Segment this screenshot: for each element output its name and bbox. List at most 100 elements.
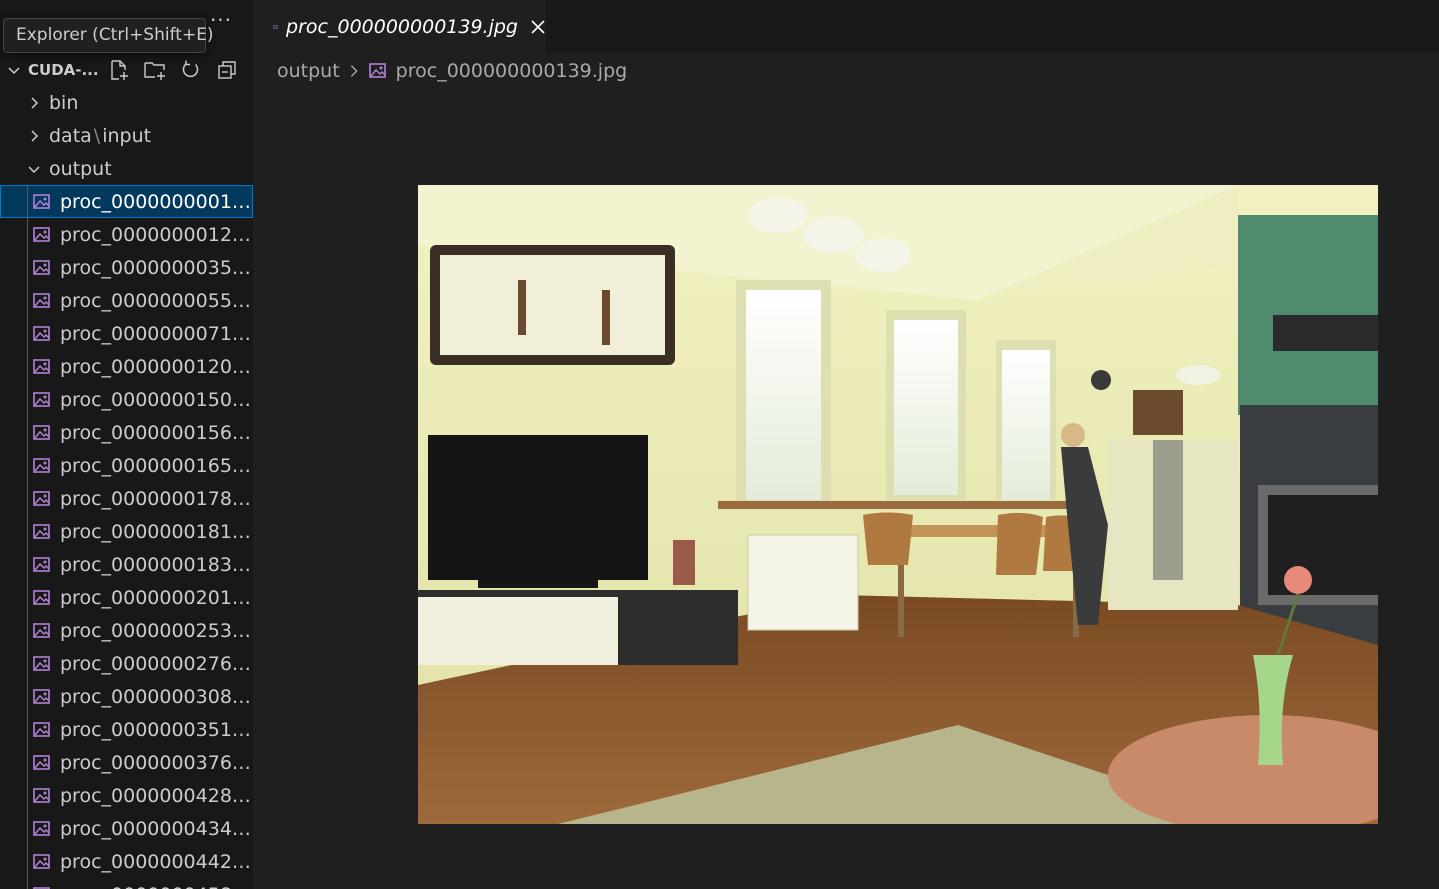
file-row[interactable]: proc_000000015660.jpg <box>0 416 253 449</box>
breadcrumb-folder[interactable]: output <box>277 60 340 82</box>
tab-label: proc_000000000139.jpg <box>286 16 518 38</box>
folder-label-data: data <box>49 124 92 147</box>
folder-label: output <box>49 157 112 180</box>
file-name: proc_000000015079.jpg <box>60 388 252 411</box>
new-file-icon[interactable] <box>101 56 137 84</box>
explorer-actions <box>101 56 245 84</box>
file-row[interactable]: proc_000000018193.jpg <box>0 515 253 548</box>
vscode-window: Explorer (Ctrl+Shift+E) ··· CUDA-... bin… <box>0 0 1439 889</box>
image-file-icon <box>33 358 50 374</box>
file-name: proc_000000018380.jpg <box>60 553 252 576</box>
file-row[interactable]: proc_000000001268.jpg <box>0 218 253 251</box>
workspace-section-header[interactable]: CUDA-... <box>0 55 253 85</box>
image-file-icon <box>33 754 50 770</box>
file-row[interactable]: proc_000000015079.jpg <box>0 383 253 416</box>
file-row[interactable]: proc_000000003501.jpg <box>0 251 253 284</box>
folder-label-input: input <box>102 124 152 147</box>
image-file-icon <box>33 622 50 638</box>
image-file-icon <box>33 292 50 308</box>
file-row[interactable]: proc_000000027620.jpg <box>0 647 253 680</box>
explorer-header: Explorer (Ctrl+Shift+E) ··· <box>0 0 253 53</box>
path-separator: \ <box>93 124 101 147</box>
file-name: proc_000000016598.jpg <box>60 454 252 477</box>
file-row[interactable]: proc_000000016598.jpg <box>0 449 253 482</box>
image-file-icon <box>33 556 50 572</box>
folder-data-input[interactable]: data \ input <box>0 119 253 152</box>
image-file-icon <box>33 820 50 836</box>
file-name: proc_000000025386.jpg <box>60 619 252 642</box>
image-file-icon <box>33 787 50 803</box>
chevron-right-icon <box>24 126 44 146</box>
file-row[interactable]: proc_000000042888.jpg <box>0 779 253 812</box>
breadcrumb-file[interactable]: proc_000000000139.jpg <box>396 60 628 82</box>
image-file-icon <box>33 589 50 605</box>
image-file-icon <box>368 63 386 78</box>
file-name: proc_000000007108.jpg <box>60 322 252 345</box>
room-photo <box>418 185 1378 824</box>
file-name: proc_000000037670.jpg <box>60 751 252 774</box>
file-name: proc_000000030828.jpg <box>60 685 252 708</box>
workspace-title: CUDA-... <box>28 61 99 79</box>
file-row[interactable]: proc_000000037670.jpg <box>0 746 253 779</box>
file-name: proc_000000015660.jpg <box>60 421 252 444</box>
file-name: proc_000000042888.jpg <box>60 784 252 807</box>
file-name: proc_000000035197.jpg <box>60 718 252 741</box>
tab-active-image[interactable]: proc_000000000139.jpg <box>253 0 546 53</box>
indent-guide <box>27 186 28 889</box>
folder-label: bin <box>49 91 79 114</box>
file-name: proc_000000044279.jpg <box>60 850 252 873</box>
explorer-sidebar: Explorer (Ctrl+Shift+E) ··· CUDA-... bin… <box>0 0 253 889</box>
image-file-icon <box>33 457 50 473</box>
file-row[interactable]: proc_000000000139.jpg <box>0 185 253 218</box>
new-folder-icon[interactable] <box>137 56 173 84</box>
editor-area: proc_000000000139.jpg output proc_000000… <box>253 0 1439 889</box>
folder-output[interactable]: output <box>0 152 253 185</box>
file-name: proc_000000043435.jpg <box>60 817 252 840</box>
refresh-icon[interactable] <box>173 56 209 84</box>
image-file-icon <box>33 226 50 242</box>
image-file-icon <box>33 655 50 671</box>
file-row[interactable]: proc_000000025386.jpg <box>0 614 253 647</box>
image-file-icon <box>33 193 50 209</box>
file-row[interactable]: proc_000000044279.jpg <box>0 845 253 878</box>
file-row[interactable]: proc_000000005529.jpg <box>0 284 253 317</box>
chevron-down-icon <box>0 55 28 85</box>
file-name: proc_000000003501.jpg <box>60 256 252 279</box>
image-file-icon <box>33 325 50 341</box>
explorer-tooltip: Explorer (Ctrl+Shift+E) <box>3 18 214 53</box>
file-name: proc_000000018193.jpg <box>60 520 252 543</box>
file-row[interactable]: proc_000000030828.jpg <box>0 680 253 713</box>
file-row[interactable]: proc_000000007108.jpg <box>0 317 253 350</box>
breadcrumb: output proc_000000000139.jpg <box>277 56 627 86</box>
file-row[interactable]: proc_000000012062.jpg <box>0 350 253 383</box>
close-icon[interactable] <box>530 16 546 38</box>
image-file-icon <box>273 25 278 29</box>
chevron-right-icon <box>24 93 44 113</box>
image-file-icon <box>33 886 50 889</box>
folder-bin[interactable]: bin <box>0 86 253 119</box>
file-name: proc_000000020107.jpg <box>60 586 252 609</box>
image-file-icon <box>33 721 50 737</box>
file-row[interactable]: proc_000000045864.jpg <box>0 878 253 889</box>
file-name: proc_000000012062.jpg <box>60 355 252 378</box>
image-file-icon <box>33 424 50 440</box>
image-file-icon <box>33 490 50 506</box>
file-row[interactable]: proc_000000043435.jpg <box>0 812 253 845</box>
image-file-icon <box>33 853 50 869</box>
file-name: proc_000000027620.jpg <box>60 652 252 675</box>
tab-bar: proc_000000000139.jpg <box>253 0 1439 53</box>
image-file-icon <box>33 391 50 407</box>
collapse-all-icon[interactable] <box>209 56 245 84</box>
image-file-icon <box>33 688 50 704</box>
file-row[interactable]: proc_000000018380.jpg <box>0 548 253 581</box>
file-row[interactable]: proc_000000035197.jpg <box>0 713 253 746</box>
output-file-list: proc_000000000139.jpg proc_000000001268.j… <box>0 185 253 889</box>
chevron-right-icon <box>344 61 364 81</box>
file-name: proc_000000017899.jpg <box>60 487 252 510</box>
file-tree: bin data\input output proc_000000000139.… <box>0 86 253 889</box>
image-file-icon <box>33 259 50 275</box>
file-name: proc_000000005529.jpg <box>60 289 252 312</box>
file-name: proc_000000045864.jpg <box>60 884 252 889</box>
file-row[interactable]: proc_000000017899.jpg <box>0 482 253 515</box>
file-row[interactable]: proc_000000020107.jpg <box>0 581 253 614</box>
